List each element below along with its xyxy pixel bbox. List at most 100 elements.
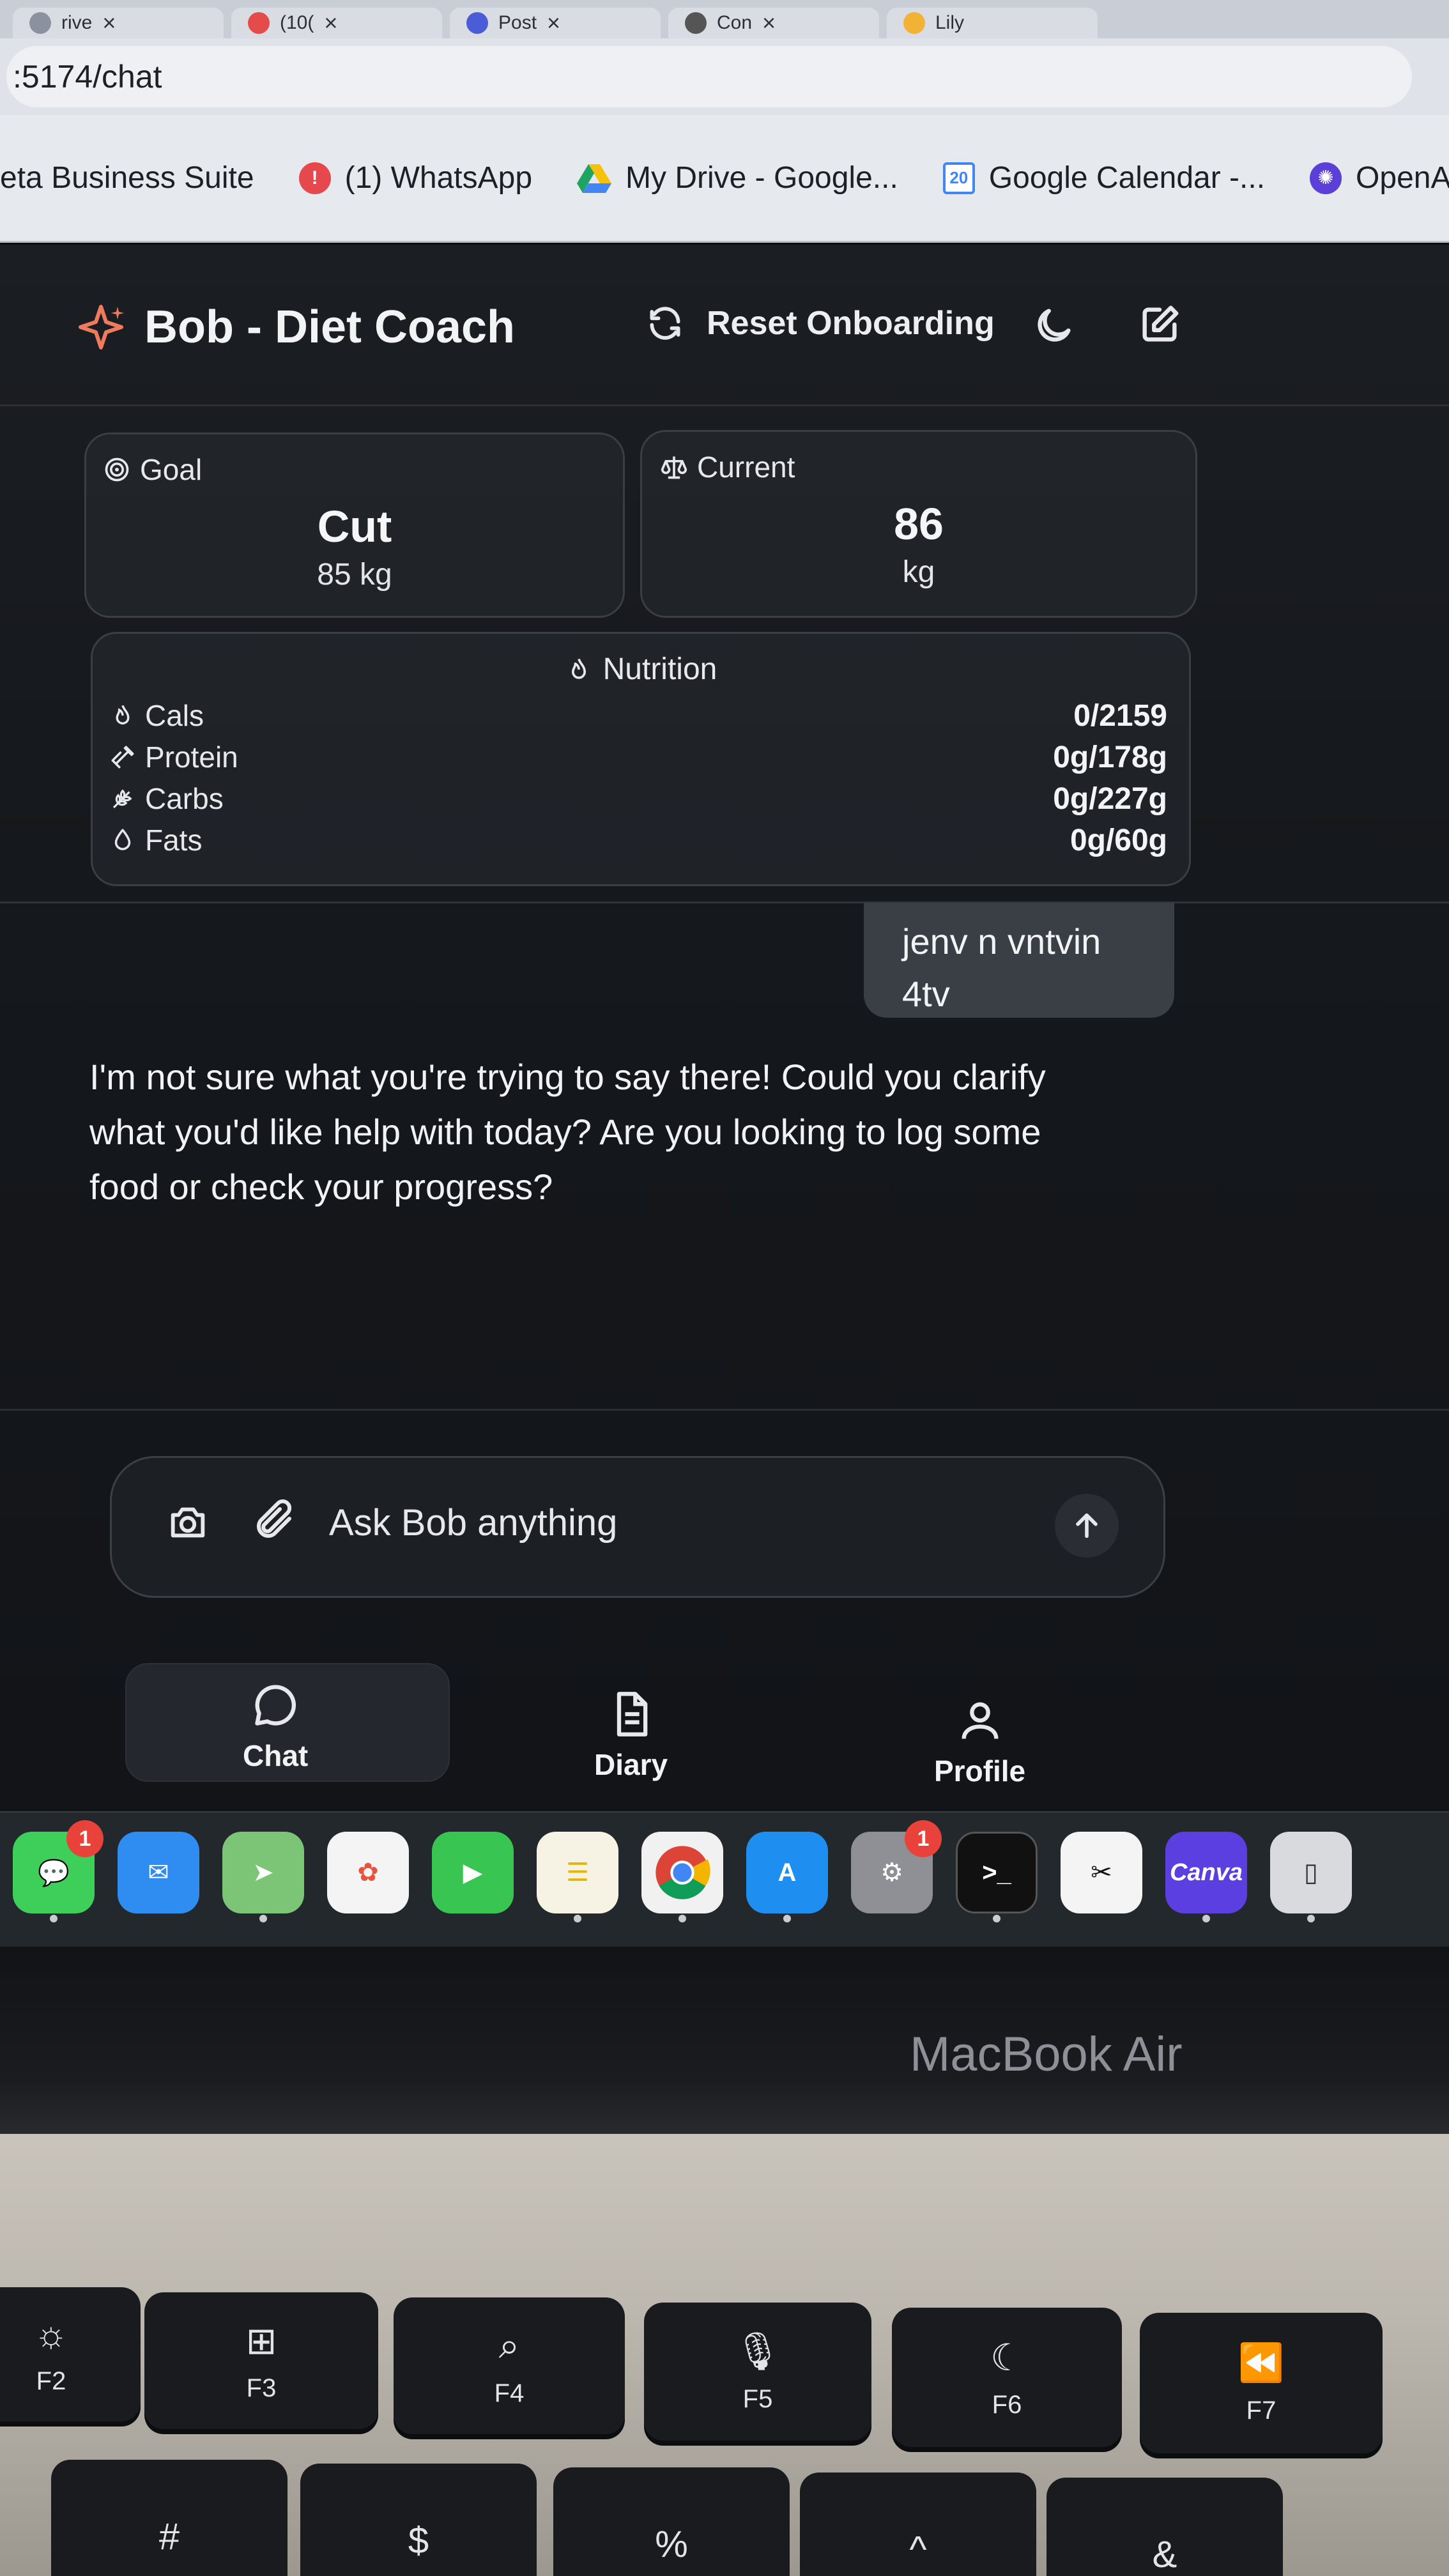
send-button[interactable] — [1055, 1494, 1119, 1558]
key-f5[interactable]: 🎙 F5 — [644, 2303, 871, 2441]
close-tab-icon[interactable]: × — [102, 10, 116, 36]
key-symbol: % — [655, 2523, 688, 2565]
theme-toggle-button[interactable] — [1031, 303, 1076, 348]
bookmark-openai[interactable]: ✺ OpenAI P — [1310, 160, 1449, 195]
nutrition-label: Fats — [145, 824, 203, 857]
goal-value: Cut — [317, 502, 392, 551]
chrome-icon — [656, 1846, 710, 1899]
nutrition-label: Protein — [145, 740, 238, 774]
key-label: F5 — [742, 2384, 773, 2413]
photos-app-icon[interactable]: ✿ — [327, 1832, 409, 1913]
url-text: :5174/chat — [13, 59, 162, 95]
goal-target-weight: 85 kg — [317, 558, 392, 592]
key-f7[interactable]: ⏪ F7 — [1140, 2313, 1383, 2453]
bookmark-label: My Drive - Google... — [625, 161, 898, 195]
running-indicator — [50, 1915, 57, 1922]
bookmark-label: Google Calendar -... — [988, 161, 1266, 195]
key-f2[interactable]: ☼ F2 — [0, 2287, 141, 2421]
nav-chat-label: Chat — [243, 1739, 309, 1772]
notification-badge: 1 — [66, 1820, 103, 1857]
browser-tab[interactable]: Lily — [887, 8, 1098, 38]
dictation-microphone-icon: 🎙 — [734, 2330, 781, 2372]
browser-tab[interactable]: Post × — [450, 8, 661, 38]
bookmark-whatsapp[interactable]: ! (1) WhatsApp — [298, 160, 532, 195]
openai-icon: ✺ — [1310, 162, 1342, 194]
key-f3[interactable]: ⊞ F3 — [144, 2292, 378, 2429]
nav-chat[interactable]: Chat — [243, 1681, 308, 1773]
close-tab-icon[interactable]: × — [324, 10, 337, 36]
smiley-favicon-icon — [903, 12, 925, 34]
key-f4[interactable]: ⌕ F4 — [394, 2297, 625, 2434]
scale-icon — [661, 456, 687, 479]
nutrition-title: Nutrition — [93, 652, 1189, 687]
url-field[interactable]: :5174/chat — [6, 46, 1412, 107]
target-icon — [105, 457, 129, 482]
bookmark-meta-business-suite[interactable]: eta Business Suite — [0, 160, 254, 195]
close-tab-icon[interactable]: × — [547, 10, 560, 36]
current-label: Current — [660, 450, 795, 484]
close-tab-icon[interactable]: × — [762, 10, 776, 36]
running-indicator — [678, 1915, 686, 1922]
user-icon — [962, 1702, 999, 1739]
browser-tab-strip: rive × (10( × Post × Con × Lily — [0, 0, 1449, 38]
browser-tab[interactable]: rive × — [13, 8, 224, 38]
app-store-app-icon[interactable]: A — [746, 1832, 828, 1913]
brightness-up-icon: ☼ — [34, 2313, 68, 2355]
chrome-app-icon[interactable] — [641, 1832, 723, 1913]
key-6[interactable]: ^ — [800, 2472, 1036, 2576]
terminal-app-icon[interactable]: >_ — [956, 1832, 1038, 1913]
macos-dock: 💬 1 ✉ ➤ ✿ ▶ ☰ A ⚙ 1 >_ ✂ Canva ▯ — [0, 1811, 1449, 1947]
key-7[interactable]: & — [1046, 2478, 1283, 2576]
paperclip-icon[interactable] — [251, 1498, 297, 1544]
edit-square-icon — [1142, 305, 1179, 342]
key-label: F7 — [1246, 2396, 1276, 2425]
new-chat-button[interactable] — [1137, 302, 1182, 347]
user-message-bubble: jenv n vntvin 4tv — [864, 903, 1174, 1018]
browser-tab[interactable]: Con × — [668, 8, 879, 38]
reset-onboarding-button[interactable]: Reset Onboarding — [645, 303, 995, 343]
arrow-up-icon — [1076, 1513, 1098, 1538]
running-indicator — [993, 1915, 1000, 1922]
running-indicator — [783, 1915, 791, 1922]
key-label: F4 — [494, 2379, 525, 2407]
mission-control-icon: ⊞ — [245, 2320, 277, 2362]
tab-label: Lily — [935, 12, 965, 33]
brand: Bob - Diet Coach — [75, 301, 515, 353]
mail-app-icon[interactable]: ✉ — [118, 1832, 199, 1913]
bookmark-google-calendar[interactable]: 20 Google Calendar -... — [942, 160, 1266, 195]
nutrition-label: Carbs — [145, 782, 224, 815]
bookmark-my-drive[interactable]: My Drive - Google... — [577, 160, 898, 195]
current-label-text: Current — [697, 450, 795, 484]
key-3[interactable]: # — [51, 2460, 288, 2576]
key-f6[interactable]: ☾ F6 — [892, 2308, 1122, 2447]
key-4[interactable]: $ — [300, 2464, 537, 2576]
site-favicon-icon — [466, 12, 488, 34]
flame-icon — [571, 658, 586, 679]
nutrition-row-cals: Cals 0/2159 — [109, 695, 1167, 736]
facetime-app-icon[interactable]: ▶ — [432, 1832, 514, 1913]
nav-profile[interactable]: Profile — [934, 1696, 1025, 1788]
notes-app-icon[interactable]: ☰ — [537, 1832, 618, 1913]
running-indicator — [1202, 1915, 1210, 1922]
key-5[interactable]: % — [553, 2467, 790, 2576]
system-settings-app-icon[interactable]: ⚙ 1 — [851, 1820, 942, 1913]
refresh-icon — [650, 307, 680, 340]
maps-app-icon[interactable]: ➤ — [222, 1832, 304, 1913]
sparkle-icon — [79, 305, 124, 349]
goal-label-text: Goal — [140, 453, 203, 486]
current-weight-value: 86 — [894, 499, 944, 549]
browser-tab[interactable]: (10( × — [231, 8, 442, 38]
messages-app-icon[interactable]: 💬 1 — [13, 1820, 103, 1913]
message-input[interactable]: Ask Bob anything — [329, 1501, 617, 1544]
iphone-mirroring-app-icon[interactable]: ▯ — [1270, 1832, 1352, 1913]
bookmark-label: OpenAI P — [1356, 161, 1449, 195]
macbook-label: MacBook Air — [910, 2027, 1183, 2082]
nutrition-row-protein: Protein 0g/178g — [109, 737, 1167, 778]
camera-icon[interactable] — [165, 1500, 210, 1545]
message-composer: Ask Bob anything — [110, 1456, 1165, 1598]
nav-diary[interactable]: Diary — [594, 1690, 668, 1782]
key-symbol: ^ — [909, 2528, 927, 2570]
nutrition-name: Carbs — [109, 781, 224, 816]
capcut-app-icon[interactable]: ✂ — [1061, 1832, 1142, 1913]
canva-app-icon[interactable]: Canva — [1165, 1832, 1247, 1913]
